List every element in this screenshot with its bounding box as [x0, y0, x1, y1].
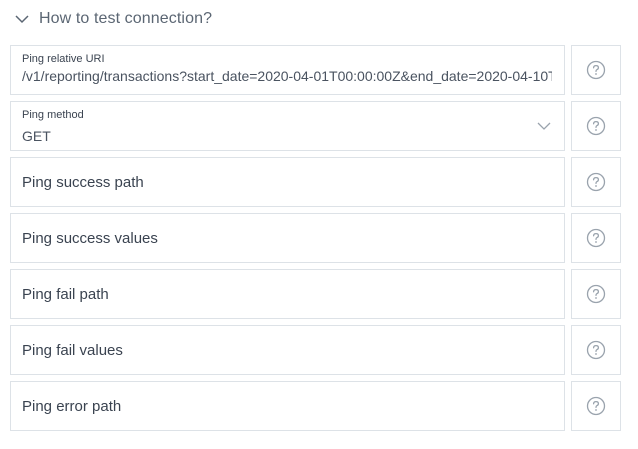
ping-method-row: Ping method GET — [10, 101, 621, 151]
chevron-down-icon[interactable] — [537, 119, 551, 133]
ping-success-path-row: Ping success path — [10, 157, 621, 207]
ping-error-path-input[interactable]: Ping error path — [10, 381, 565, 431]
ping-success-values-placeholder: Ping success values — [22, 230, 158, 247]
ping-uri-help-button[interactable] — [571, 45, 621, 95]
ping-success-path-placeholder: Ping success path — [22, 174, 144, 191]
ping-error-path-row: Ping error path — [10, 381, 621, 431]
ping-method-help-button[interactable] — [571, 101, 621, 151]
ping-success-path-input[interactable]: Ping success path — [10, 157, 565, 207]
question-circle-icon — [586, 116, 606, 136]
ping-uri-field[interactable]: Ping relative URI /v1/reporting/transact… — [10, 45, 565, 95]
ping-fail-path-help-button[interactable] — [571, 269, 621, 319]
ping-method-label: Ping method — [22, 109, 84, 121]
ping-fail-path-placeholder: Ping fail path — [22, 286, 109, 303]
ping-uri-row: Ping relative URI /v1/reporting/transact… — [10, 45, 621, 95]
ping-uri-value[interactable]: /v1/reporting/transactions?start_date=20… — [22, 68, 552, 84]
question-circle-icon — [586, 172, 606, 192]
ping-error-path-placeholder: Ping error path — [22, 398, 122, 415]
section-title: How to test connection? — [39, 10, 213, 27]
question-circle-icon — [586, 396, 606, 416]
question-circle-icon — [586, 228, 606, 248]
ping-fail-path-input[interactable]: Ping fail path — [10, 269, 565, 319]
ping-method-value: GET — [22, 128, 51, 144]
ping-fail-path-row: Ping fail path — [10, 269, 621, 319]
ping-success-values-row: Ping success values — [10, 213, 621, 263]
ping-fail-values-row: Ping fail values — [10, 325, 621, 375]
section-toggle-how-to-test-connection[interactable]: How to test connection? — [14, 6, 212, 32]
ping-uri-label: Ping relative URI — [22, 53, 105, 65]
ping-error-path-help-button[interactable] — [571, 381, 621, 431]
ping-success-path-help-button[interactable] — [571, 157, 621, 207]
question-circle-icon — [586, 284, 606, 304]
ping-fail-values-placeholder: Ping fail values — [22, 342, 123, 359]
question-circle-icon — [586, 340, 606, 360]
ping-fail-values-input[interactable]: Ping fail values — [10, 325, 565, 375]
ping-method-select[interactable]: Ping method GET — [10, 101, 565, 151]
ping-fail-values-help-button[interactable] — [571, 325, 621, 375]
ping-success-values-help-button[interactable] — [571, 213, 621, 263]
ping-success-values-input[interactable]: Ping success values — [10, 213, 565, 263]
chevron-down-icon — [15, 15, 29, 24]
question-circle-icon — [586, 60, 606, 80]
